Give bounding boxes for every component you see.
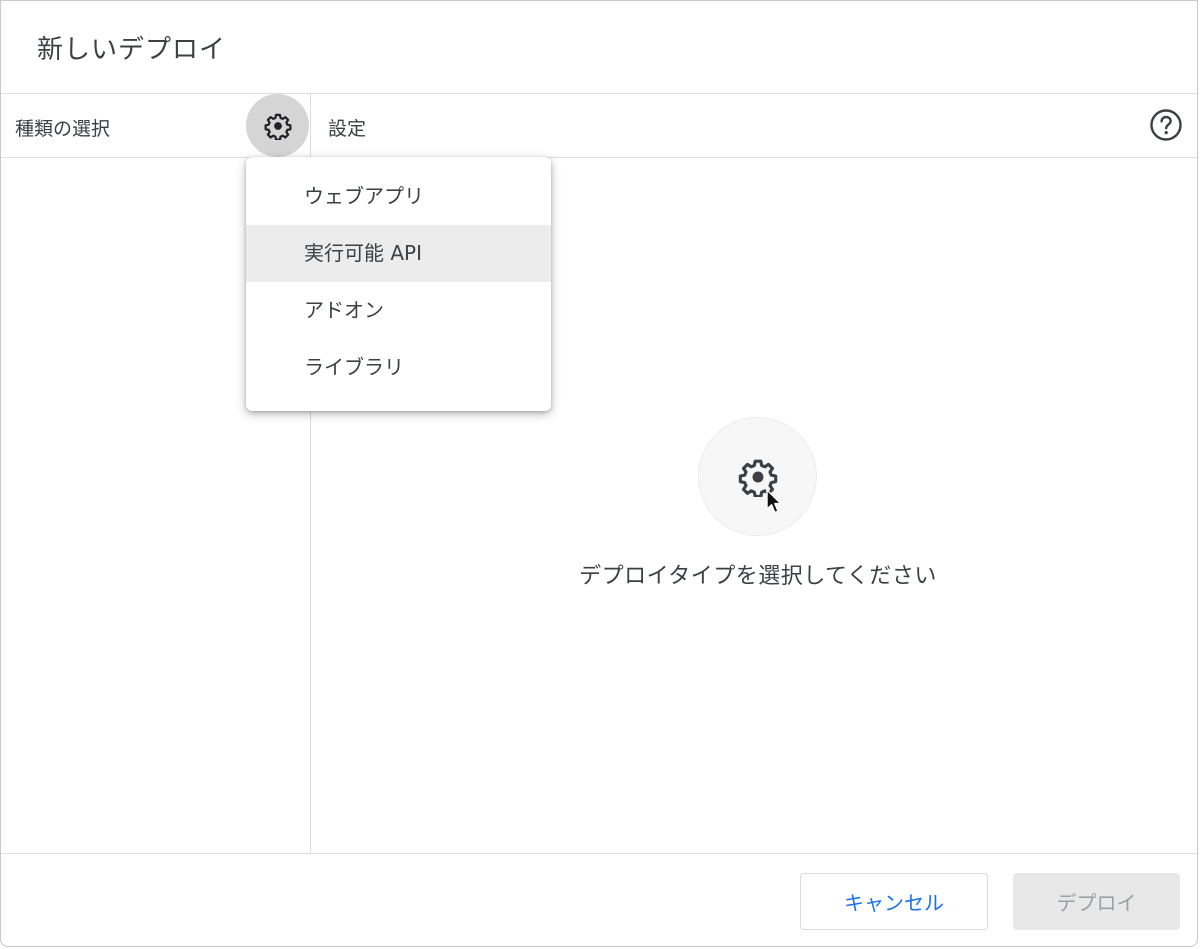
empty-state-icon-circle xyxy=(698,417,817,536)
menu-item-library[interactable]: ライブラリ xyxy=(246,339,551,396)
deployment-type-menu: ウェブアプリ 実行可能 API アドオン ライブラリ xyxy=(246,157,551,411)
help-button[interactable] xyxy=(1149,108,1183,142)
dialog-footer: キャンセル デプロイ xyxy=(1,853,1197,946)
deploy-button[interactable]: デプロイ xyxy=(1013,873,1180,930)
select-type-label: 種類の選択 xyxy=(15,118,111,140)
gear-icon xyxy=(264,112,292,140)
mouse-cursor-icon xyxy=(766,489,786,515)
new-deployment-dialog: 新しいデプロイ 種類の選択 設定 デプロイタイプを選択してください ウェブアプリ… xyxy=(0,0,1198,947)
dialog-title: 新しいデプロイ xyxy=(37,35,227,65)
menu-item-executable-api[interactable]: 実行可能 API xyxy=(246,225,551,282)
settings-label: 設定 xyxy=(328,118,367,140)
select-type-gear-button[interactable] xyxy=(246,94,309,157)
menu-item-web-app[interactable]: ウェブアプリ xyxy=(246,168,551,225)
help-circle-icon xyxy=(1149,108,1183,142)
menu-item-add-on[interactable]: アドオン xyxy=(246,282,551,339)
cancel-button[interactable]: キャンセル xyxy=(800,873,988,930)
empty-state-message: デプロイタイプを選択してください xyxy=(579,564,937,589)
dialog-header-row: 種類の選択 設定 xyxy=(1,93,1197,158)
